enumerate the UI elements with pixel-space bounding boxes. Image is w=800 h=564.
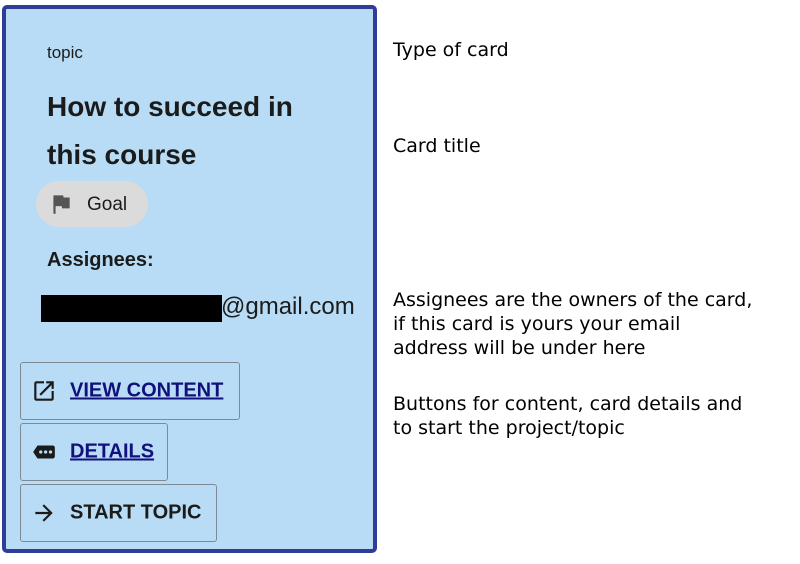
annotation-line: address will be under here	[393, 337, 646, 359]
annotation-type-of-card: Type of card	[393, 38, 793, 62]
annotation-line: to start the project/topic	[393, 417, 625, 439]
topic-card: topic How to succeed in this course Goal…	[2, 5, 377, 553]
chip-label: Goal	[87, 194, 128, 215]
redacted-email-block	[41, 295, 222, 322]
view-content-label[interactable]: VIEW CONTENT	[70, 380, 223, 403]
assignees-label: Assignees:	[47, 249, 154, 271]
email-domain: @gmail.com	[221, 293, 355, 320]
flag-icon	[53, 195, 70, 214]
annotation-line: Type of card	[393, 39, 509, 61]
goal-chip[interactable]: Goal	[36, 181, 148, 227]
view-content-button[interactable]: VIEW CONTENT	[20, 362, 240, 420]
annotation-buttons: Buttons for content, card details and to…	[393, 392, 793, 440]
annotation-line: Assignees are the owners of the card,	[393, 289, 753, 311]
start-topic-button[interactable]: START TOPIC	[20, 484, 217, 542]
arrow-right-icon	[35, 504, 53, 522]
annotation-line: if this card is yours your email	[393, 313, 681, 335]
details-button[interactable]: DETAILS	[20, 423, 168, 481]
annotation-line: Card title	[393, 135, 481, 157]
card-title: How to succeed in this course	[47, 91, 293, 170]
label-more-icon	[33, 445, 55, 459]
annotation-line: Buttons for content, card details and	[393, 393, 743, 415]
annotation-assignees: Assignees are the owners of the card, if…	[393, 288, 793, 360]
annotation-card-title: Card title	[393, 134, 793, 158]
open-in-new-icon	[34, 381, 54, 401]
details-label[interactable]: DETAILS	[70, 441, 154, 464]
start-topic-label: START TOPIC	[70, 501, 202, 524]
card-type: topic	[47, 43, 83, 62]
